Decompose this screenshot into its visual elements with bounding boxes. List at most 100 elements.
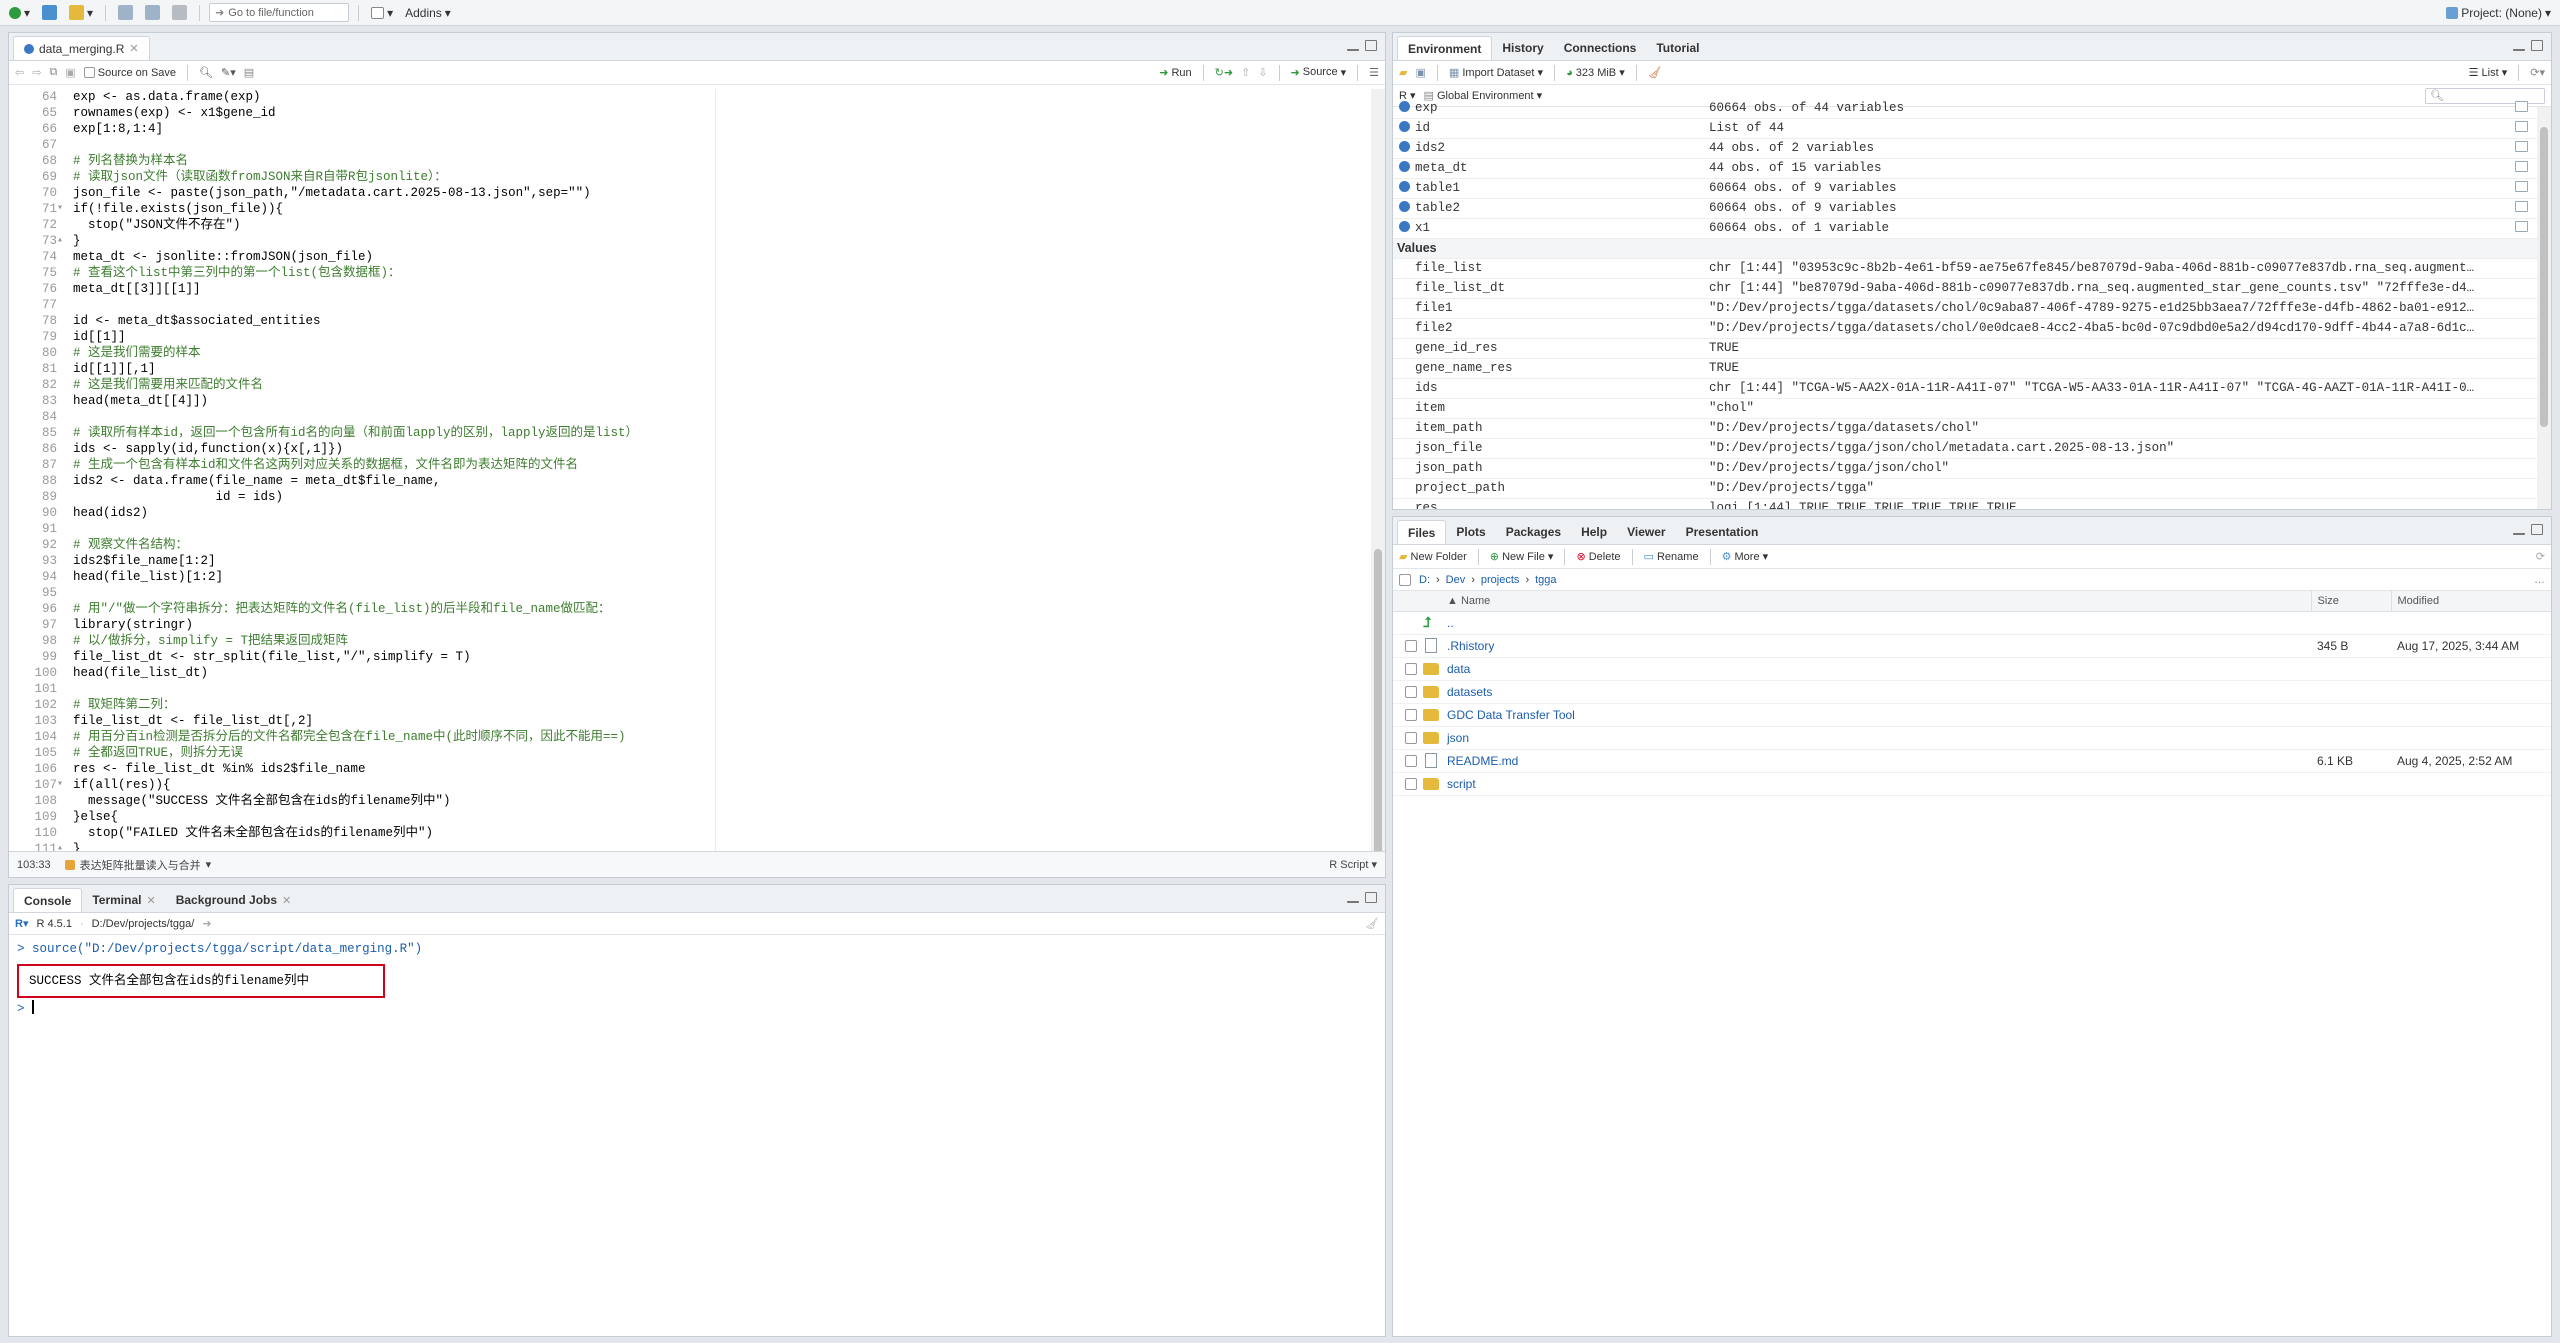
code-line[interactable]: 92 # 观察文件名结构： (9, 537, 1371, 553)
expand-icon[interactable] (1399, 181, 1410, 192)
code-line[interactable]: 68 # 列名替换为样本名 (9, 153, 1371, 169)
code-line[interactable]: 109}else{ (9, 809, 1371, 825)
code-line[interactable]: 99 file_list_dt <- str_split(file_list,"/… (9, 649, 1371, 665)
col-name-header[interactable]: ▲ Name (1447, 591, 2311, 612)
save-button[interactable] (115, 3, 136, 23)
open-file-button[interactable]: ▾ (66, 3, 96, 23)
run-button[interactable]: ➜ Run (1159, 66, 1191, 80)
print-button[interactable] (169, 3, 190, 23)
code-line[interactable]: 78 id <- meta_dt$associated_entities (9, 313, 1371, 329)
scrollbar-thumb[interactable] (1374, 549, 1382, 869)
code-line[interactable]: 111 ▴} (9, 841, 1371, 851)
code-line[interactable]: 77 (9, 297, 1371, 313)
compile-report-icon[interactable]: ▤ (244, 66, 254, 79)
code-line[interactable]: 76 meta_dt[[3]][[1]] (9, 281, 1371, 297)
addins-menu[interactable]: Addins ▾ (402, 3, 454, 23)
expand-icon[interactable] (1399, 161, 1410, 172)
env-value-row[interactable]: file_list_dt chr [1:44] "be87079d-9aba-40… (1393, 278, 2537, 299)
close-icon[interactable]: ✕ (146, 894, 155, 907)
minimize-icon[interactable] (2513, 530, 2525, 535)
col-modified-header[interactable]: Modified (2390, 591, 2551, 612)
env-data-row[interactable]: table1 60664 obs. of 9 variables (1393, 178, 2537, 199)
tab-presentation[interactable]: Presentation (1676, 520, 1769, 544)
clear-objects-icon[interactable]: 🧹︎ (1648, 66, 1662, 79)
expand-icon[interactable] (1399, 101, 1410, 112)
refresh-icon[interactable]: ⟳▾ (2530, 66, 2545, 79)
env-data-row[interactable]: meta_dt 44 obs. of 15 variables (1393, 158, 2537, 179)
code-line[interactable]: 83 head(meta_dt[[4]]) (9, 393, 1371, 409)
code-line[interactable]: 67 (9, 137, 1371, 153)
new-file-button[interactable]: ▾ (6, 3, 33, 23)
env-value-row[interactable]: item "chol" (1393, 398, 2537, 419)
code-line[interactable]: 89 id = ids) (9, 489, 1371, 505)
code-line[interactable]: 75 # 查看这个list中第三列中的第一个list(包含数据框)： (9, 265, 1371, 281)
wand-icon[interactable]: ✎▾ (221, 66, 236, 79)
up-icon[interactable]: ⇧ (1241, 66, 1250, 79)
grid-icon[interactable] (2515, 221, 2528, 232)
env-value-row[interactable]: res logi [1:44] TRUE TRUE TRUE TRUE TRUE … (1393, 498, 2537, 509)
expand-icon[interactable] (1399, 121, 1410, 132)
goto-file-input[interactable]: ➜ Go to file/function (209, 3, 350, 22)
load-workspace-icon[interactable]: ▰ (1399, 66, 1407, 79)
code-line[interactable]: 85 # 读取所有样本id，返回一个包含所有id名的向量（和前面lapply的区别… (9, 425, 1371, 441)
project-menu[interactable]: Project: (None) ▾ (2443, 3, 2554, 23)
tab-console[interactable]: Console (13, 888, 83, 912)
breadcrumb-item[interactable]: tgga (1535, 574, 1556, 586)
code-line[interactable]: 102 # 取矩阵第二列： (9, 697, 1371, 713)
tab-tutorial[interactable]: Tutorial (1646, 36, 1709, 60)
file-checkbox[interactable] (1405, 755, 1417, 768)
save-workspace-icon[interactable]: ▣ (1415, 66, 1425, 79)
expand-icon[interactable] (1399, 141, 1410, 152)
minimize-icon[interactable] (1347, 898, 1359, 903)
save-all-button[interactable] (142, 3, 163, 23)
env-value-row[interactable]: file2 "D:/Dev/projects/tgga/datasets/chol… (1393, 318, 2537, 339)
source-button[interactable]: ➜ Source ▾ (1291, 66, 1347, 79)
console-output[interactable]: > source("D:/Dev/projects/tgga/script/da… (9, 937, 1385, 1336)
rerun-icon[interactable]: ↻➜ (1215, 66, 1233, 79)
view-mode-menu[interactable]: ☰ List ▾ (2469, 66, 2508, 79)
grid-icon[interactable] (2515, 201, 2528, 212)
more-menu[interactable]: ⚙ More ▾ (1722, 550, 1769, 563)
code-line[interactable]: 103 file_list_dt <- file_list_dt[,2] (9, 713, 1371, 729)
tab-history[interactable]: History (1492, 36, 1553, 60)
tab-environment[interactable]: Environment (1397, 36, 1493, 60)
code-editor[interactable]: 64 exp <- as.data.frame(exp) 65 rownames(ex… (9, 89, 1371, 851)
code-line[interactable]: 97 library(stringr) (9, 617, 1371, 633)
code-line[interactable]: 104 # 用百分百in检测是否拆分后的文件名都完全包含在file_name中(此… (9, 729, 1371, 745)
code-line[interactable]: 80 # 这是我们需要的样本 (9, 345, 1371, 361)
clear-console-icon[interactable]: 🧹︎ (1365, 917, 1379, 930)
maximize-icon[interactable] (2531, 40, 2543, 51)
file-row[interactable]: GDC Data Transfer Tool (1393, 703, 2551, 727)
env-data-row[interactable]: ids2 44 obs. of 2 variables (1393, 138, 2537, 159)
env-data-row[interactable]: exp 60664 obs. of 44 variables (1393, 99, 2537, 119)
code-line[interactable]: 94 head(file_list)[1:2] (9, 569, 1371, 585)
code-line[interactable]: 93 ids2$file_name[1:2] (9, 553, 1371, 569)
close-icon[interactable]: ✕ (282, 894, 291, 907)
file-row[interactable]: .Rhistory 345 B Aug 17, 2025, 3:44 AM (1393, 634, 2551, 658)
tab-data-merging[interactable]: data_merging.R ✕ (13, 36, 150, 60)
breadcrumb-item[interactable]: Dev (1446, 574, 1466, 586)
file-checkbox[interactable] (1405, 686, 1417, 699)
refresh-icon[interactable]: ⟳ (2536, 550, 2545, 563)
scrollbar-thumb[interactable] (2540, 127, 2548, 427)
env-value-row[interactable]: item_path "D:/Dev/projects/tgga/datasets/… (1393, 418, 2537, 439)
file-name-link[interactable]: .Rhistory (1447, 639, 1494, 653)
tab-packages[interactable]: Packages (1496, 520, 1571, 544)
code-line[interactable]: 64 exp <- as.data.frame(exp) (9, 89, 1371, 105)
minimize-icon[interactable] (2513, 46, 2525, 51)
close-icon[interactable]: ✕ (129, 42, 138, 55)
checkbox[interactable] (83, 67, 95, 79)
maximize-icon[interactable] (1365, 892, 1377, 903)
grid-icon[interactable] (2515, 181, 2528, 192)
file-row[interactable]: data (1393, 657, 2551, 681)
file-name-link[interactable]: datasets (1447, 685, 1492, 699)
file-row[interactable]: json (1393, 726, 2551, 750)
code-line[interactable]: 106 res <- file_list_dt %in% ids2$file_na… (9, 761, 1371, 777)
code-line[interactable]: 65 rownames(exp) <- x1$gene_id (9, 105, 1371, 121)
code-line[interactable]: 105 # 全都返回TRUE，则拆分无误 (9, 745, 1371, 761)
editor-scrollbar[interactable] (1371, 89, 1385, 869)
file-name-link[interactable]: json (1447, 731, 1469, 745)
code-line[interactable]: 70 json_file <- paste(json_path,"/metadat… (9, 185, 1371, 201)
code-line[interactable]: 107 ▾ if(all(res)){ (9, 777, 1371, 793)
code-line[interactable]: 86 ids <- sapply(id,function(x){x[,1]}) (9, 441, 1371, 457)
